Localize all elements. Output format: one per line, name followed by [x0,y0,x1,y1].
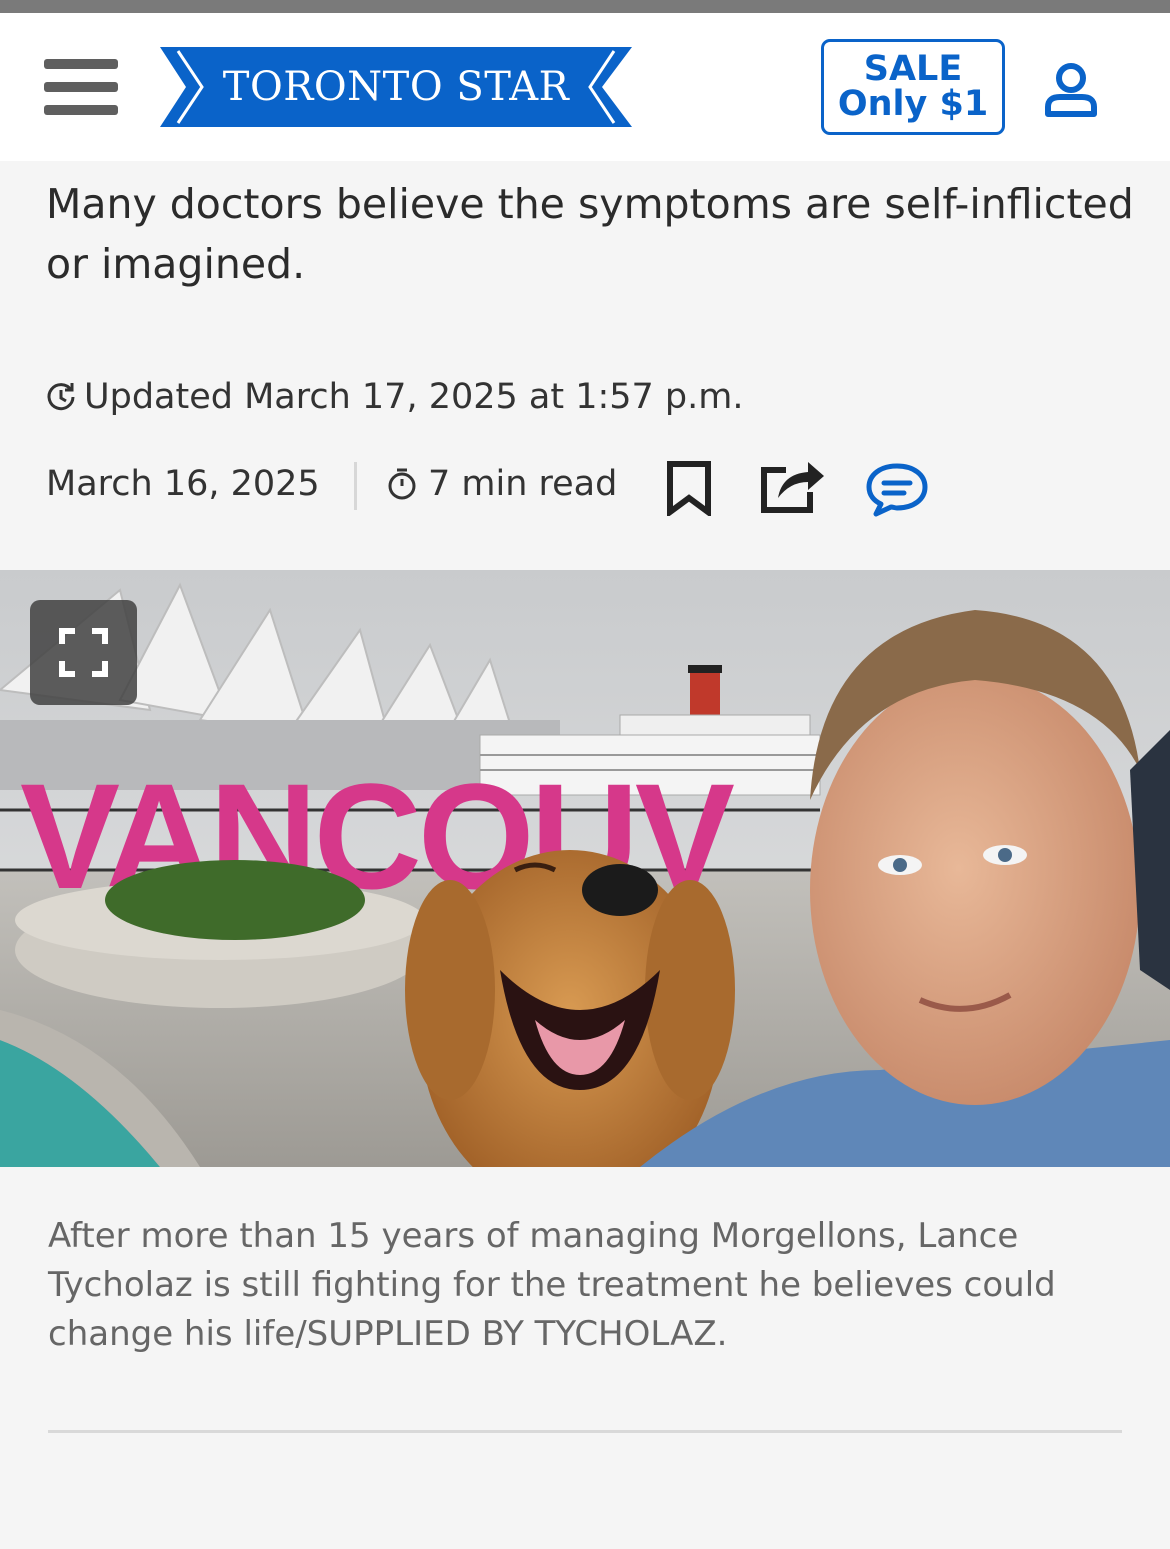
stopwatch-icon [388,468,416,500]
sale-label: SALE [863,49,963,89]
user-icon[interactable] [1042,61,1100,119]
bookmark-icon[interactable] [664,460,714,520]
fullscreen-icon[interactable] [30,600,137,705]
article-subheadline: Many doctors believe the symptoms are se… [46,180,1134,288]
updated-text: Updated March 17, 2025 at 1:57 p.m. [84,377,744,417]
read-time-text: 7 min read [428,464,618,504]
comment-icon[interactable] [864,460,930,522]
read-time: 7 min read [386,456,617,512]
article-meta-row: March 16, 2025 7 min read [46,456,1136,518]
golden-retriever [405,850,735,1167]
refresh-clock-icon [47,383,75,411]
article-hero-image[interactable]: VANCOUV [0,570,1170,1167]
updated-timestamp: Updated March 17, 2025 at 1:57 p.m. [44,372,743,422]
status-strip [0,0,1170,13]
logo-text: TORONTO STAR [222,64,570,110]
sale-price: Only $1 [837,84,989,124]
meta-divider [354,462,357,510]
publish-date: March 16, 2025 [46,464,320,504]
toronto-star-logo[interactable]: TORONTO STAR [160,47,632,127]
sale-subscribe-button[interactable]: SALE Only $1 [821,39,1005,135]
site-header: TORONTO STAR SALE Only $1 [0,13,1170,161]
image-caption: After more than 15 years of managing Mor… [48,1216,1056,1354]
section-divider [48,1430,1122,1433]
share-icon[interactable] [756,452,828,520]
hamburger-menu-icon[interactable] [44,59,118,115]
